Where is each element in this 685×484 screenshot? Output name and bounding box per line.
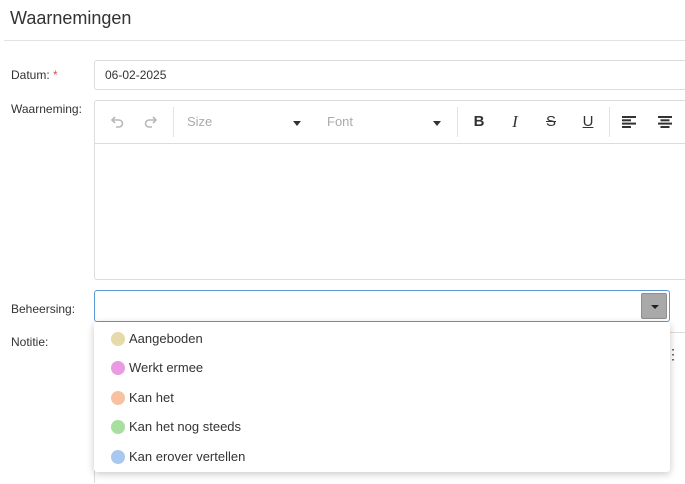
beheersing-dropdown-button[interactable] [641,293,667,319]
status-dot-icon [111,450,125,464]
italic-button[interactable]: I [505,101,525,143]
page-title: Waarnemingen [10,8,132,28]
option-label: Kan erover vertellen [129,449,246,464]
font-select[interactable]: Font [321,101,449,143]
beheersing-label: Beheersing: [11,302,76,316]
required-marker: * [53,68,58,82]
toolbar-separator [609,107,610,137]
undo-icon[interactable] [107,101,127,143]
option-label: Werkt ermee [129,360,204,375]
chevron-down-icon [293,121,301,126]
size-select[interactable]: Size [181,101,309,143]
beheersing-select[interactable] [94,290,670,322]
status-dot-icon [111,332,125,346]
toolbar-separator [173,107,174,137]
datum-input[interactable]: 06-02-2025 [94,60,685,90]
status-dot-icon [111,361,125,375]
toolbar-separator [457,107,458,137]
notitie-label: Notitie: [11,335,49,349]
size-select-label: Size [187,114,213,129]
datum-label: Datum: * [11,68,58,82]
list-item[interactable]: Kan het [94,383,670,413]
chevron-down-icon [651,305,659,309]
beheersing-dropdown-list: Aangeboden Werkt ermee Kan het Kan het n… [94,322,670,472]
status-dot-icon [111,420,125,434]
list-item[interactable]: Kan het nog steeds [94,412,670,442]
font-select-label: Font [327,114,354,129]
list-item[interactable]: Kan erover vertellen [94,442,670,472]
option-label: Kan het [129,390,174,405]
waarneming-editor[interactable]: Size Font B I S U [94,100,685,280]
align-center-icon[interactable] [655,101,675,143]
strikethrough-button[interactable]: S [541,101,561,143]
chevron-down-icon [433,121,441,126]
waarneming-label: Waarneming: [11,102,82,116]
editor-toolbar: Size Font B I S U [95,101,685,144]
option-label: Kan het nog steeds [129,419,242,434]
redo-icon[interactable] [141,101,161,143]
underline-button[interactable]: U [578,101,598,143]
title-divider [4,40,685,41]
list-item[interactable]: Werkt ermee [94,353,670,383]
align-left-icon[interactable] [619,101,639,143]
datum-label-text: Datum: [11,68,50,82]
option-label: Aangeboden [129,331,203,346]
status-dot-icon [111,391,125,405]
list-item[interactable]: Aangeboden [94,324,670,354]
bold-button[interactable]: B [469,101,489,143]
